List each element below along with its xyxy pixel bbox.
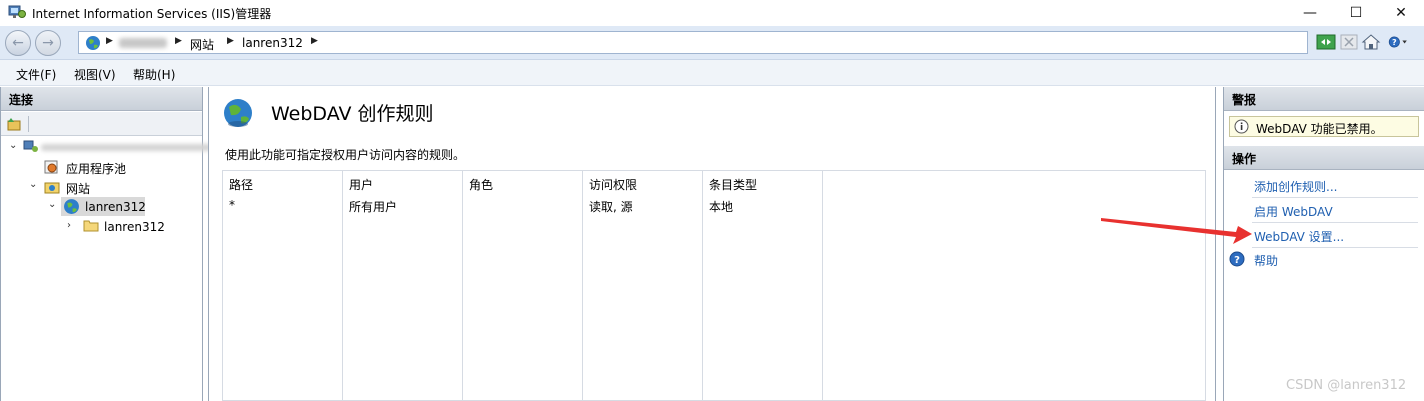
server-icon	[23, 140, 38, 152]
action-divider	[1252, 247, 1418, 248]
enable-webdav-link[interactable]: 启用 WebDAV	[1254, 203, 1333, 220]
column-header-path[interactable]: 路径	[229, 176, 253, 193]
redacted-server-node	[41, 144, 211, 151]
alerts-header: 警报	[1224, 87, 1424, 111]
tree-item-sites[interactable]: 网站	[66, 180, 90, 197]
breadcrumb-site[interactable]: lanren312	[242, 36, 303, 50]
info-icon	[1234, 119, 1249, 134]
stop-icon[interactable]	[1338, 32, 1360, 52]
table-cell-access[interactable]: 读取, 源	[589, 198, 633, 215]
tree-item-site[interactable]: lanren312	[85, 200, 146, 214]
collapse-arrow-icon[interactable]: ⌄	[9, 140, 17, 151]
address-breadcrumb[interactable]: ▶ ▶ 网站 ▶ lanren312 ▶	[78, 31, 1308, 54]
table-column	[463, 171, 583, 400]
table-cell-users[interactable]: 所有用户	[349, 198, 397, 215]
forward-button[interactable]: →	[35, 30, 61, 56]
back-arrow-icon: ←	[12, 35, 24, 51]
window-title: Internet Information Services (IIS)管理器	[32, 7, 272, 21]
menu-view[interactable]: 视图(V)	[74, 66, 116, 83]
minimize-icon: —	[1303, 5, 1317, 21]
title-bar: Internet Information Services (IIS)管理器 —…	[0, 0, 1424, 26]
column-header-entry-type[interactable]: 条目类型	[709, 176, 757, 193]
menu-bar: 文件(F) 视图(V) 帮助(H)	[0, 60, 1424, 86]
alert-text: WebDAV 功能已禁用。	[1256, 122, 1383, 136]
watermark-text: CSDN @lanren312	[1286, 378, 1407, 393]
svg-text:?: ?	[1392, 38, 1397, 47]
tree-item-folder[interactable]: lanren312	[104, 220, 165, 234]
home-icon[interactable]	[1360, 32, 1382, 52]
connections-pane: 连接 ⌄ 应用程序池 ⌄ 网站 ⌄ lanren312 › lanren312	[0, 87, 211, 401]
add-rule-link[interactable]: 添加创作规则...	[1254, 178, 1337, 195]
maximize-button[interactable]: ☐	[1333, 0, 1379, 26]
action-divider	[1252, 222, 1418, 223]
maximize-icon: ☐	[1349, 5, 1363, 21]
column-header-roles[interactable]: 角色	[469, 176, 493, 193]
menu-help[interactable]: 帮助(H)	[133, 66, 175, 83]
connections-toolbar	[1, 112, 202, 136]
table-cell-entry-type[interactable]: 本地	[709, 198, 733, 215]
rules-table: 路径 用户 角色 访问权限 条目类型 * 所有用户 读取, 源 本地	[222, 170, 1206, 401]
help-dropdown-icon[interactable]: ?	[1387, 32, 1409, 52]
globe-icon	[64, 199, 79, 214]
connections-header: 连接	[1, 87, 202, 111]
column-header-users[interactable]: 用户	[349, 176, 373, 193]
breadcrumb-separator-icon: ▶	[311, 36, 318, 46]
globe-icon	[86, 36, 100, 50]
address-toolbar: ← → ▶ ▶ 网站 ▶ lanren312 ▶ ?	[0, 26, 1424, 60]
alert-message-box: WebDAV 功能已禁用。	[1229, 116, 1419, 137]
svg-text:?: ?	[1234, 255, 1240, 266]
column-header-access[interactable]: 访问权限	[589, 176, 637, 193]
close-icon: ✕	[1395, 5, 1407, 21]
refresh-icon[interactable]	[1315, 32, 1337, 52]
table-cell-path[interactable]: *	[229, 198, 235, 212]
breadcrumb-sites[interactable]: 网站	[190, 36, 214, 53]
menu-file[interactable]: 文件(F)	[16, 66, 56, 83]
help-link[interactable]: 帮助	[1254, 252, 1278, 269]
forward-arrow-icon: →	[42, 35, 54, 51]
expand-arrow-icon[interactable]: ›	[67, 220, 71, 231]
help-icon[interactable]: ?	[1229, 251, 1245, 267]
tree-item-app-pools[interactable]: 应用程序池	[66, 160, 126, 177]
page-title: WebDAV 创作规则	[271, 103, 434, 125]
toolbar-divider	[28, 116, 29, 132]
webdav-settings-link[interactable]: WebDAV 设置...	[1254, 228, 1344, 245]
minimize-button[interactable]: —	[1287, 0, 1333, 26]
actions-header: 操作	[1224, 146, 1424, 170]
table-column	[223, 171, 343, 400]
redacted-server-name	[119, 38, 167, 48]
webdav-globe-icon	[224, 99, 252, 127]
connect-icon[interactable]	[6, 116, 22, 132]
folder-icon	[83, 220, 99, 232]
breadcrumb-separator-icon: ▶	[227, 36, 234, 46]
collapse-arrow-icon[interactable]: ⌄	[48, 199, 56, 210]
app-pool-icon	[44, 160, 58, 174]
breadcrumb-separator-icon: ▶	[106, 36, 113, 46]
breadcrumb-separator-icon: ▶	[175, 36, 182, 46]
iis-app-icon	[8, 5, 26, 18]
back-button[interactable]: ←	[5, 30, 31, 56]
feature-pane: WebDAV 创作规则 使用此功能可指定授权用户访问内容的规则。 路径 用户 角…	[208, 87, 1216, 401]
collapse-arrow-icon[interactable]: ⌄	[29, 179, 37, 190]
close-button[interactable]: ✕	[1378, 0, 1424, 26]
actions-pane: 警报 WebDAV 功能已禁用。 操作 添加创作规则... 启用 WebDAV …	[1223, 87, 1424, 401]
action-divider	[1252, 197, 1418, 198]
sites-folder-icon	[44, 182, 60, 194]
page-description: 使用此功能可指定授权用户访问内容的规则。	[225, 148, 466, 162]
